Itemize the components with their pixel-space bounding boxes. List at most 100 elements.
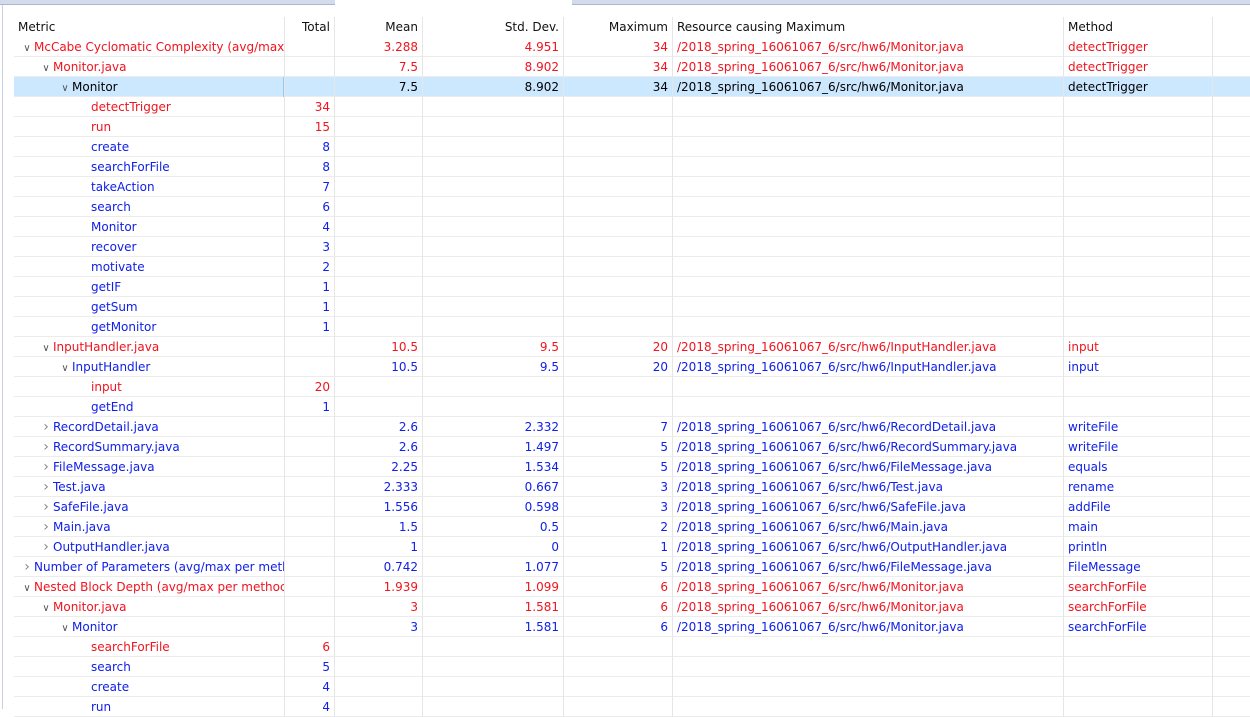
mean-cell (334, 277, 422, 297)
header-total[interactable]: Total (284, 17, 334, 37)
mean-cell (334, 657, 422, 677)
chevron-down-icon[interactable]: ∨ (39, 339, 53, 357)
method-cell: detectTrigger (1063, 57, 1213, 77)
mean-cell (334, 297, 422, 317)
chevron-right-icon[interactable]: › (39, 497, 53, 517)
tree-row[interactable]: create 8 (14, 137, 1250, 157)
tree-row[interactable]: run 15 (14, 117, 1250, 137)
tree-row[interactable]: › Number of Parameters (avg/max per meth 0… (14, 557, 1250, 577)
chevron-right-icon[interactable]: › (20, 557, 34, 577)
header-mean[interactable]: Mean (334, 17, 422, 37)
metric-cell: search (14, 657, 284, 677)
maximum-cell: 34 (563, 37, 672, 57)
tree-row[interactable]: getMonitor 1 (14, 317, 1250, 337)
chevron-down-icon[interactable]: ∨ (20, 39, 34, 57)
header-metric[interactable]: Metric (14, 17, 284, 37)
mean-cell: 10.5 (334, 337, 422, 357)
resource-cell (672, 277, 1063, 297)
total-cell (284, 357, 334, 377)
chevron-down-icon[interactable]: ∨ (20, 579, 34, 597)
metric-cell: ∨ Monitor.java (14, 597, 284, 617)
chevron-down-icon[interactable]: ∨ (39, 599, 53, 617)
tree-row[interactable]: ∨ Monitor 7.5 8.902 34/2018_spring_16061067_… (14, 77, 1250, 97)
metric-cell: create (14, 677, 284, 697)
total-cell (284, 617, 334, 637)
tree-row[interactable]: › Test.java 2.333 0.667 3/2018_spring_160610… (14, 477, 1250, 497)
tree-row[interactable]: create 4 (14, 677, 1250, 697)
tree-row[interactable]: getSum 1 (14, 297, 1250, 317)
tree-row[interactable]: ∨ InputHandler.java 10.5 9.5 20/2018_spring_… (14, 337, 1250, 357)
metric-cell: getMonitor (14, 317, 284, 337)
std-dev-cell (422, 217, 563, 237)
tree-row[interactable]: › Main.java 1.5 0.5 2/2018_spring_16061067_6… (14, 517, 1250, 537)
tree-row[interactable]: detectTrigger 34 (14, 97, 1250, 117)
total-cell: 8 (284, 137, 334, 157)
method-cell (1063, 677, 1213, 697)
mean-cell: 2.6 (334, 437, 422, 457)
metric-cell: › Test.java (14, 477, 284, 497)
tree-row[interactable]: input 20 (14, 377, 1250, 397)
std-dev-cell (422, 397, 563, 417)
std-dev-cell: 1.099 (422, 577, 563, 597)
chevron-right-icon[interactable]: › (39, 457, 53, 477)
chevron-down-icon[interactable]: ∨ (58, 359, 72, 377)
chevron-right-icon[interactable]: › (39, 477, 53, 497)
metrics-tree-table[interactable]: Metric Total Mean Std. Dev. Maximum Reso… (14, 17, 1250, 717)
tree-row[interactable]: search 5 (14, 657, 1250, 677)
header-std-dev[interactable]: Std. Dev. (422, 17, 563, 37)
tree-row[interactable]: ∨ InputHandler 10.5 9.5 20/2018_spring_16061… (14, 357, 1250, 377)
tree-row[interactable]: takeAction 7 (14, 177, 1250, 197)
total-cell (284, 537, 334, 557)
tree-row[interactable]: getEnd 1 (14, 397, 1250, 417)
tree-row[interactable]: › RecordDetail.java 2.6 2.332 7/2018_spring_… (14, 417, 1250, 437)
metric-cell: › OutputHandler.java (14, 537, 284, 557)
tree-row[interactable]: ∨ McCabe Cyclomatic Complexity (avg/max 3.… (14, 37, 1250, 57)
metric-cell: ∨ Monitor.java (14, 57, 284, 77)
resource-cell (672, 317, 1063, 337)
metric-name: search (91, 660, 131, 674)
tree-row[interactable]: Monitor 4 (14, 217, 1250, 237)
tree-row[interactable]: ∨ Monitor 3 1.581 6/2018_spring_16061067_6/s… (14, 617, 1250, 637)
chevron-down-icon[interactable]: ∨ (58, 619, 72, 637)
chevron-right-icon[interactable]: › (39, 437, 53, 457)
chevron-down-icon[interactable]: ∨ (58, 79, 72, 97)
resource-cell: /2018_spring_16061067_6/src/hw6/Monitor.… (672, 57, 1063, 77)
total-cell (284, 37, 334, 57)
chevron-right-icon[interactable]: › (39, 537, 53, 557)
tree-row[interactable]: run 4 (14, 697, 1250, 717)
total-cell: 6 (284, 637, 334, 657)
chevron-down-icon[interactable]: ∨ (39, 59, 53, 77)
header-method[interactable]: Method (1063, 17, 1213, 37)
tree-row[interactable]: searchForFile 8 (14, 157, 1250, 177)
tree-row[interactable]: ∨ Monitor.java 7.5 8.902 34/2018_spring_1606… (14, 57, 1250, 77)
total-cell: 1 (284, 297, 334, 317)
tree-row[interactable]: ∨ Nested Block Depth (avg/max per methoc 1… (14, 577, 1250, 597)
tree-row[interactable]: › FileMessage.java 2.25 1.534 5/2018_spring_… (14, 457, 1250, 477)
metric-name: getMonitor (91, 320, 157, 334)
mean-cell (334, 377, 422, 397)
method-cell (1063, 697, 1213, 717)
tree-row[interactable]: recover 3 (14, 237, 1250, 257)
tree-row[interactable]: getIF 1 (14, 277, 1250, 297)
chevron-right-icon[interactable]: › (39, 517, 53, 537)
tree-row[interactable]: ∨ Monitor.java 3 1.581 6/2018_spring_1606106… (14, 597, 1250, 617)
resource-cell (672, 157, 1063, 177)
chevron-right-icon[interactable]: › (39, 417, 53, 437)
std-dev-cell (422, 297, 563, 317)
header-resource[interactable]: Resource causing Maximum (672, 17, 1063, 37)
metric-name: search (91, 200, 131, 214)
metric-cell: searchForFile (14, 637, 284, 657)
resource-cell: /2018_spring_16061067_6/src/hw6/SafeFile… (672, 497, 1063, 517)
method-cell (1063, 397, 1213, 417)
tree-row[interactable]: search 6 (14, 197, 1250, 217)
mean-cell: 1 (334, 537, 422, 557)
total-cell: 1 (284, 277, 334, 297)
resource-cell: /2018_spring_16061067_6/src/hw6/RecordDe… (672, 417, 1063, 437)
tree-row[interactable]: searchForFile 6 (14, 637, 1250, 657)
tree-row[interactable]: › OutputHandler.java 1 0 1/2018_spring_16061… (14, 537, 1250, 557)
tree-row[interactable]: motivate 2 (14, 257, 1250, 277)
tree-row[interactable]: › SafeFile.java 1.556 0.598 3/2018_spring_16… (14, 497, 1250, 517)
header-maximum[interactable]: Maximum (563, 17, 672, 37)
tree-row[interactable]: › RecordSummary.java 2.6 1.497 5/2018_spring… (14, 437, 1250, 457)
metric-name: Monitor.java (53, 60, 127, 74)
